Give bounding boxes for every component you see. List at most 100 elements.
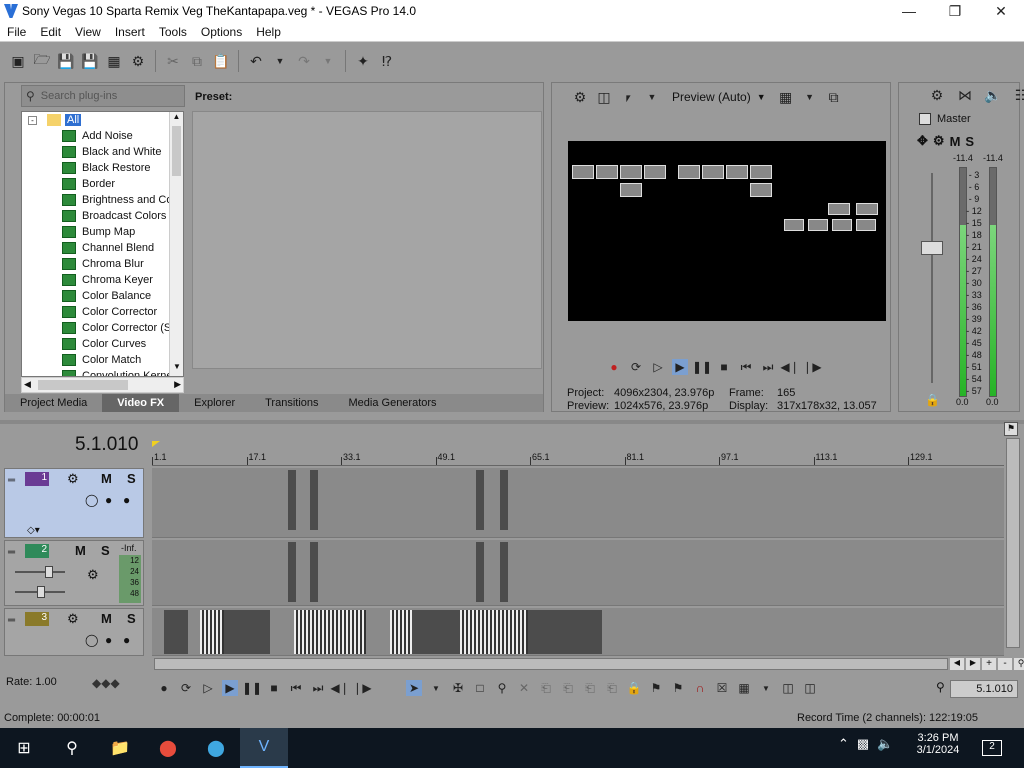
downmix-icon[interactable]: ⋈ [955,85,975,105]
overlays-dropdown-icon[interactable]: ▼ [800,87,820,107]
go-to-start-icon[interactable]: ⏮ [288,680,304,696]
play-from-start-icon[interactable]: ▷ [650,359,666,375]
zoom-edit-tool-icon[interactable]: ⚲ [494,680,510,696]
volume-icon[interactable]: 🔈 [877,736,893,752]
copy-snapshot-icon[interactable]: ⧉ [824,87,844,107]
zoom-in-icon[interactable]: + [982,658,996,670]
tab-media-generators[interactable]: Media Generators [334,394,452,412]
loop-region-marker[interactable] [152,441,160,447]
save-icon[interactable]: 💾 [56,51,76,71]
ripple-dropdown-icon[interactable]: ▼ [758,680,774,696]
help-icon[interactable]: ⁉ [377,51,397,71]
split-screen-icon[interactable]: ⎖ [618,87,638,107]
video-event[interactable] [528,610,602,654]
plugin-item[interactable]: Convolution Kerne [22,368,183,376]
search-plugins-input[interactable]: ⚲ Search plug-ins [21,85,185,107]
plugin-item[interactable]: Color Match [22,352,183,368]
plugin-item[interactable]: Color Corrector [22,304,183,320]
lock-envelopes-icon[interactable]: ◫ [780,680,796,696]
marker-bar-icon[interactable]: ⚑ [1004,422,1018,436]
track-fx-gear-icon[interactable]: ⚙ [67,471,79,487]
loop-icon[interactable]: ⟳ [178,680,194,696]
parent-overlay-icon[interactable]: ● [105,633,112,647]
next-frame-icon[interactable]: ❘▶ [802,359,821,375]
paste-icon[interactable]: 📋 [211,51,231,71]
compositing-mode-icon[interactable]: ◯ [85,633,98,647]
plugin-item[interactable]: Chroma Blur [22,256,183,272]
video-event[interactable] [224,610,270,654]
zoom-out-icon[interactable]: - [998,658,1012,670]
video-event[interactable] [390,610,412,654]
trim-end-icon[interactable]: ⎗ [582,680,598,696]
track-minimize-icon[interactable]: ═ [8,547,15,558]
tree-vertical-scrollbar[interactable]: ▲ ▼ [169,112,183,376]
plugin-manager-icon[interactable]: ✦ [353,51,373,71]
track-header-1[interactable]: ═ 1 ⚙ M S ◯ ● ● ◇▾ [4,468,144,538]
track-lane-1[interactable] [152,468,1004,538]
master-solo-button[interactable]: S [965,134,974,149]
envelope-tool-icon[interactable]: ✠ [450,680,466,696]
video-event[interactable] [476,470,484,530]
stop-icon[interactable]: ■ [716,359,732,375]
insert-region-icon[interactable]: ⚑ [670,680,686,696]
vegas-taskbar-icon[interactable]: V [240,728,288,768]
track-lane-2[interactable] [152,540,1004,606]
search-icon[interactable]: ⚲ [48,728,96,768]
expand-keyframes-icon[interactable]: ◇▾ [27,525,40,536]
scroll-thumb[interactable] [172,126,181,176]
mixer-icon[interactable]: ☷ [1011,85,1024,105]
menu-insert[interactable]: Insert [108,25,152,39]
track-solo-button[interactable]: S [101,543,110,558]
plugin-item[interactable]: Bump Map [22,224,183,240]
video-event[interactable] [500,470,508,530]
record-icon[interactable]: ● [156,680,172,696]
video-event[interactable] [164,610,188,654]
cursor-position-field[interactable]: 5.1.010 [950,680,1018,698]
external-monitor-icon[interactable]: ◫ [594,87,614,107]
tab-project-media[interactable]: Project Media [5,394,102,412]
properties-gear-icon[interactable]: ⚙ [128,51,148,71]
go-to-end-icon[interactable]: ⏭ [310,680,326,696]
open-icon[interactable]: 🗁 [32,51,52,71]
tab-transitions[interactable]: Transitions [250,394,333,412]
track-fx-gear-icon[interactable]: ⚙ [67,611,79,627]
tree-horizontal-scrollbar[interactable]: ◀ ▶ [21,377,184,393]
go-to-start-icon[interactable]: ⏮ [738,359,754,375]
go-to-end-icon[interactable]: ⏭ [760,359,776,375]
split-dropdown-icon[interactable]: ▼ [642,87,662,107]
render-icon[interactable]: ▦ [104,51,124,71]
split-icon[interactable]: ⎗ [604,680,620,696]
plugin-item[interactable]: Black and White [22,144,183,160]
scroll-up-icon[interactable]: ▲ [170,112,183,126]
collapse-icon[interactable]: - [28,115,37,125]
track-header-2[interactable]: ═ 2 M S -Inf. ⚙ 12 24 36 48 [4,540,144,606]
menu-tools[interactable]: Tools [152,25,194,39]
pan-slider-handle[interactable] [37,586,45,598]
plugin-item[interactable]: Add Noise [22,128,183,144]
audio-event[interactable] [288,542,296,602]
track-fx-gear-icon[interactable]: ⚙ [87,567,99,583]
video-event[interactable] [288,470,296,530]
menu-file[interactable]: File [0,25,33,39]
close-button[interactable]: ✕ [978,0,1024,22]
preview-settings-gear-icon[interactable]: ⚙ [570,87,590,107]
zoom-tool-icon[interactable]: ⚲ [1014,658,1024,670]
previous-frame-icon[interactable]: ◀❘ [780,359,799,375]
rate-label[interactable]: Rate: 1.00 [6,676,57,688]
edge-icon[interactable]: ⬤ [192,728,240,768]
edit-tool-dropdown-icon[interactable]: ▼ [428,680,444,696]
audio-event[interactable] [310,542,318,602]
ripple-edit-icon[interactable]: ▦ [736,680,752,696]
track-mute-button[interactable]: M [101,611,112,626]
insert-marker-icon[interactable]: ⚑ [648,680,664,696]
plugin-item[interactable]: Black Restore [22,160,183,176]
tab-video-fx[interactable]: Video FX [102,394,180,412]
scroll-left-icon[interactable]: ◀ [950,658,964,670]
timeline-ruler[interactable]: 1.1 17.1 33.1 49.1 65.1 81.1 97.1 113.1 129.1 [152,450,1004,466]
menu-options[interactable]: Options [194,25,249,39]
menu-edit[interactable]: Edit [33,25,68,39]
track-header-3[interactable]: ═ 3 ⚙ M S ◯ ● ● [4,608,144,656]
pause-icon[interactable]: ❚❚ [692,359,712,375]
plugin-item[interactable]: Color Corrector (S [22,320,183,336]
scroll-down-icon[interactable]: ▼ [170,362,183,376]
